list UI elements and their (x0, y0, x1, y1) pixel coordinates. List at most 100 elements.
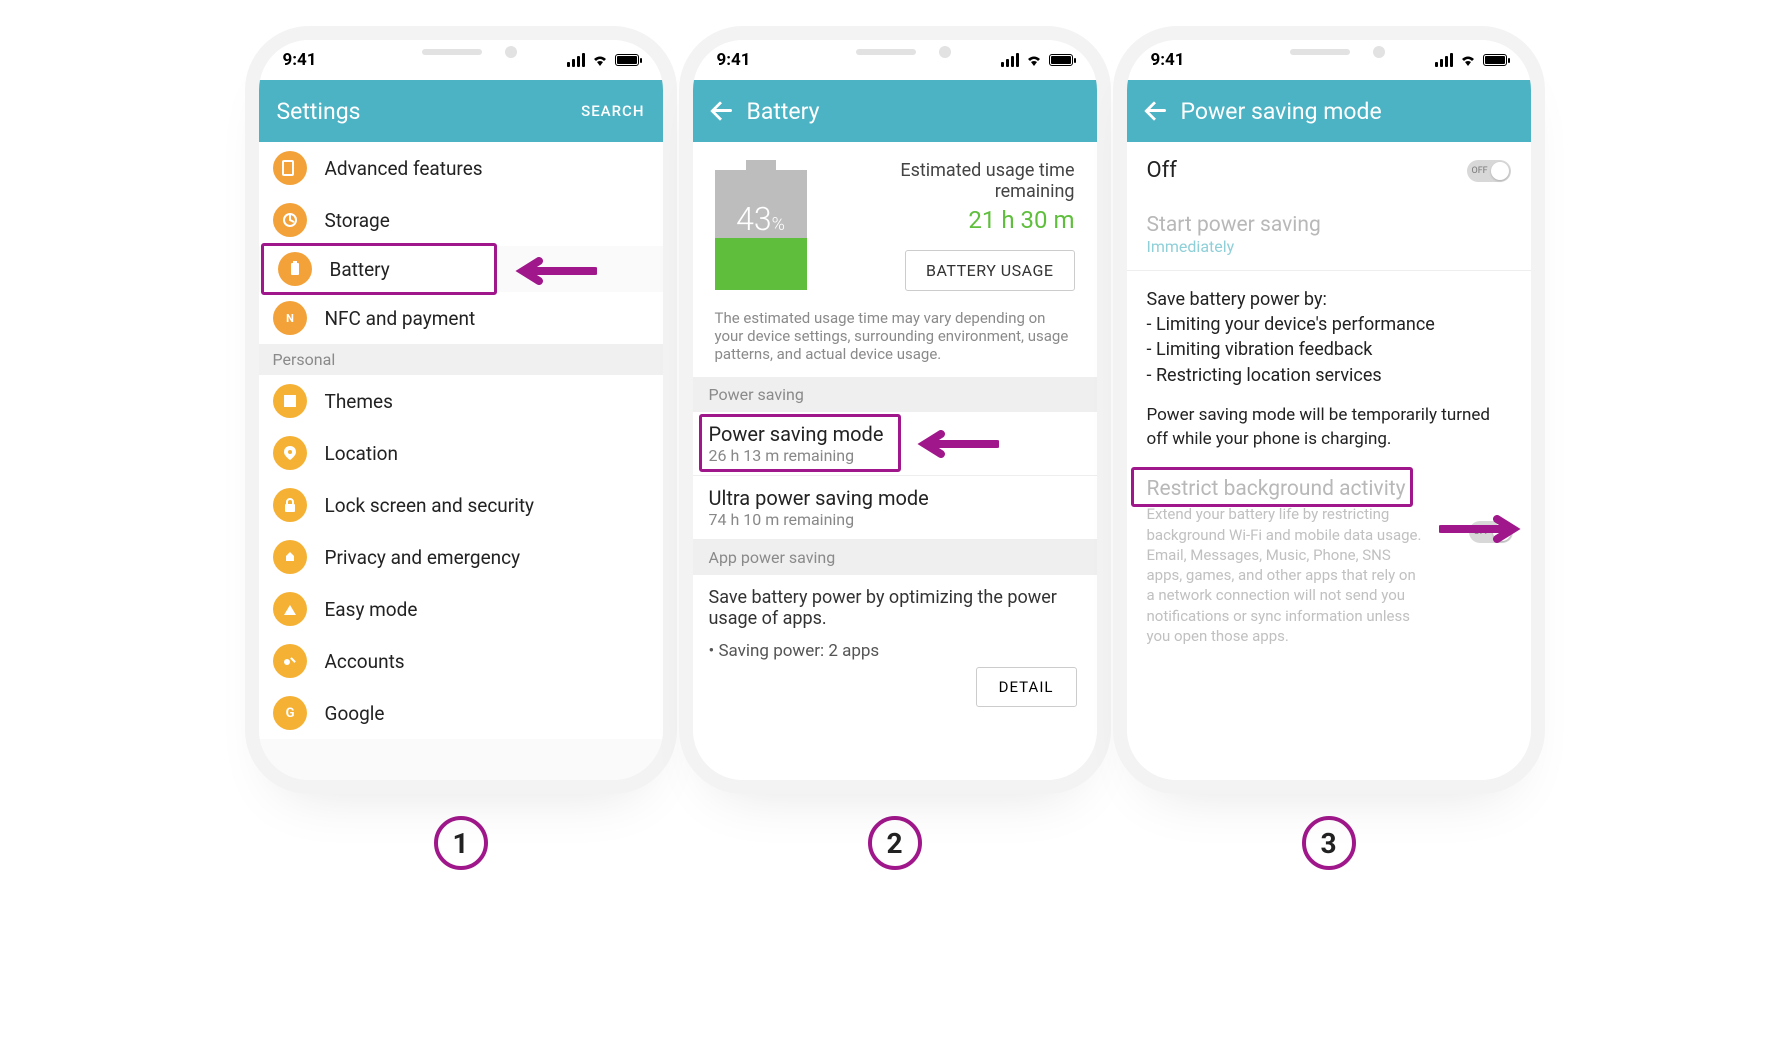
phone-power-saving-mode: 9:41 Power saving mode Off OFF Start pow… (1127, 40, 1531, 780)
svg-text:G: G (285, 706, 294, 721)
status-icons (1001, 53, 1073, 67)
signal-icon (1435, 53, 1453, 67)
item-easy-mode[interactable]: Easy mode (259, 583, 663, 635)
item-label: NFC and payment (325, 307, 476, 330)
phone-settings: 9:41 Settings SEARCH Advanced features S… (259, 40, 663, 780)
restrict-desc: Extend your battery life by restricting … (1147, 504, 1427, 646)
item-storage[interactable]: Storage (259, 194, 663, 246)
item-label: Storage (325, 209, 390, 232)
app-header: Battery (693, 80, 1097, 142)
status-time: 9:41 (283, 50, 317, 70)
status-bar: 9:41 (1127, 40, 1531, 80)
toggle-switch[interactable]: OFF (1467, 160, 1511, 182)
row-ultra-power-saving[interactable]: Ultra power saving mode 74 h 10 m remain… (693, 476, 1097, 540)
item-location[interactable]: Location (259, 427, 663, 479)
signal-icon (1001, 53, 1019, 67)
description-block: Save battery power by: - Limiting your d… (1127, 271, 1531, 394)
battery-body: 43% Estimated usage time remaining 21 h … (693, 142, 1097, 780)
item-privacy[interactable]: Privacy and emergency (259, 531, 663, 583)
settings-list: Advanced features Storage Battery N NFC … (259, 142, 663, 780)
section-power-saving: Power saving (693, 377, 1097, 412)
page-title: Settings (277, 98, 568, 125)
usage-note: The estimated usage time may vary depend… (693, 305, 1097, 377)
wifi-icon (1025, 53, 1043, 67)
item-lock-security[interactable]: Lock screen and security (259, 479, 663, 531)
step-badge-2: 2 (868, 816, 922, 870)
storage-icon (273, 203, 307, 237)
google-icon: G (273, 696, 307, 730)
svg-text:N: N (286, 312, 294, 325)
estimate-time: 21 h 30 m (825, 206, 1075, 234)
item-advanced-features[interactable]: Advanced features (259, 142, 663, 194)
page-title: Power saving mode (1181, 98, 1513, 125)
psm-body: Off OFF Start power saving Immediately S… (1127, 142, 1531, 780)
item-label: Lock screen and security (325, 494, 535, 517)
detail-button[interactable]: DETAIL (976, 667, 1077, 707)
item-label: Privacy and emergency (325, 546, 521, 569)
start-value: Immediately (1147, 237, 1511, 256)
accounts-icon (273, 644, 307, 678)
status-bar: 9:41 (259, 40, 663, 80)
annotation-arrow (917, 430, 999, 458)
themes-icon (273, 384, 307, 418)
back-button[interactable] (1145, 100, 1167, 122)
start-label: Start power saving (1147, 213, 1511, 237)
row-power-saving-mode[interactable]: Power saving mode 26 h 13 m remaining (693, 412, 1097, 476)
status-time: 9:41 (717, 50, 751, 70)
item-label: Easy mode (325, 598, 418, 621)
wifi-icon (1459, 53, 1477, 67)
annotation-arrow (1439, 515, 1521, 543)
item-label: Advanced features (325, 157, 483, 180)
status-bar: 9:41 (693, 40, 1097, 80)
charging-note: Power saving mode will be temporarily tu… (1127, 394, 1531, 466)
item-label: Battery (330, 258, 390, 281)
section-app-power-saving: App power saving (693, 540, 1097, 575)
phone-battery: 9:41 Battery 43% Estimated usage time re… (693, 40, 1097, 780)
status-icons (1435, 53, 1507, 67)
toggle-label: Off (1147, 158, 1177, 183)
battery-icon (278, 252, 312, 286)
easy-mode-icon (273, 592, 307, 626)
step-badge-1: 1 (434, 816, 488, 870)
item-label: Google (325, 702, 385, 725)
section-personal: Personal (259, 344, 663, 375)
battery-graphic: 43% (715, 160, 807, 290)
status-time: 9:41 (1151, 50, 1185, 70)
restrict-title: Restrict background activity (1147, 477, 1511, 501)
battery-usage-button[interactable]: BATTERY USAGE (905, 250, 1075, 291)
nfc-icon: N (273, 301, 307, 335)
step-badge-3: 3 (1302, 816, 1356, 870)
psm-sub: 26 h 13 m remaining (709, 446, 1081, 465)
estimate-label: Estimated usage time remaining (825, 160, 1075, 202)
location-icon (273, 436, 307, 470)
signal-icon (567, 53, 585, 67)
battery-status-icon (615, 54, 639, 66)
app-header: Power saving mode (1127, 80, 1531, 142)
app-header: Settings SEARCH (259, 80, 663, 142)
privacy-icon (273, 540, 307, 574)
upsm-title: Ultra power saving mode (709, 486, 1081, 510)
item-nfc[interactable]: N NFC and payment (259, 292, 663, 344)
search-button[interactable]: SEARCH (581, 102, 644, 120)
battery-percent: 43 (736, 200, 772, 238)
item-themes[interactable]: Themes (259, 375, 663, 427)
status-icons (567, 53, 639, 67)
app-power-desc: Save battery power by optimizing the pow… (693, 575, 1097, 641)
item-label: Location (325, 442, 399, 465)
item-accounts[interactable]: Accounts (259, 635, 663, 687)
back-button[interactable] (711, 100, 733, 122)
item-label: Themes (325, 390, 393, 413)
upsm-sub: 74 h 10 m remaining (709, 510, 1081, 529)
battery-status-icon (1049, 54, 1073, 66)
item-battery[interactable]: Battery (261, 243, 497, 295)
row-master-toggle[interactable]: Off OFF (1127, 142, 1531, 199)
row-restrict-background[interactable]: Restrict background activity Extend your… (1127, 465, 1531, 658)
item-label: Accounts (325, 650, 405, 673)
item-google[interactable]: G Google (259, 687, 663, 739)
lock-icon (273, 488, 307, 522)
battery-status-icon (1483, 54, 1507, 66)
page-title: Battery (747, 98, 1079, 125)
row-start-power-saving[interactable]: Start power saving Immediately (1127, 199, 1531, 271)
advanced-icon (273, 151, 307, 185)
psm-title: Power saving mode (709, 422, 1081, 446)
